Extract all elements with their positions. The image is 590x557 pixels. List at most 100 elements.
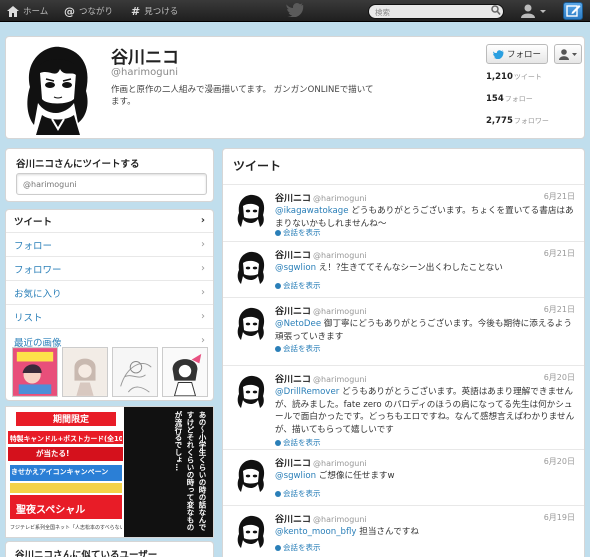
profile-name: 谷川ニコ (111, 48, 179, 68)
tweet-to-title: 谷川ニコさんにツイートする (16, 159, 140, 170)
profile-handle: @harimoguni (111, 67, 179, 78)
stat-following[interactable]: 154フォロー (486, 94, 533, 104)
conversation-icon (275, 490, 281, 497)
tweet-avatar[interactable] (233, 193, 269, 229)
tweet-avatar[interactable] (233, 458, 269, 494)
nav-connect[interactable]: @ つながり (64, 0, 113, 22)
tweet-author[interactable]: 谷川ニコ @harimoguni (275, 512, 367, 525)
tweet-mention[interactable]: @kento_moon_bfly (275, 527, 357, 537)
stat-tweets-value: 1,210 (486, 72, 513, 82)
stat-followers-label: フォロワー (513, 117, 549, 125)
tweet-date[interactable]: 6月21日 (544, 248, 575, 259)
tweet-mention[interactable]: @sgwlion (275, 471, 316, 481)
ad-vertical-text: あの〜小学生くらいの時の話なんですけどそれくらいの時って変なものが流行るでしょ… (174, 411, 207, 531)
view-conversation-link[interactable]: 会話を表示 (275, 488, 321, 499)
view-conversation-link[interactable]: 会話を表示 (275, 542, 321, 553)
recent-images-gallery (12, 347, 208, 397)
sidebar-item-label: ツイート (14, 217, 53, 228)
tweet-author[interactable]: 谷川ニコ @harimoguni (275, 248, 367, 261)
view-conversation-link[interactable]: 会話を表示 (275, 343, 321, 354)
tweet-item[interactable]: 谷川ニコ @harimoguni 6月21日 @ikagawatokage どうも… (223, 184, 584, 241)
tweet-item[interactable]: 谷川ニコ @harimoguni 6月20日 @DrillRemover どうもあ… (223, 365, 584, 449)
tweet-author-name: 谷川ニコ (275, 194, 312, 204)
profile-sidebar-nav: ツイート › フォロー › フォロワー › お気に入り › リスト › 最近の画像 › (5, 209, 214, 401)
tweet-to-input[interactable]: @harimoguni (16, 173, 207, 195)
ad-title: 聖夜スペシャル (16, 505, 86, 516)
recent-image-thumbnail[interactable] (62, 347, 108, 397)
advertisement-banner[interactable]: 期間限定 特製キャンドル+ポストカード(全10枚) が当たる! きせかえアイコン… (5, 406, 214, 538)
view-conversation-link[interactable]: 会話を表示 (275, 280, 321, 291)
search-icon[interactable] (491, 5, 501, 16)
nav-discover[interactable]: # 見つける (131, 0, 178, 22)
sidebar-item-label: お気に入り (14, 289, 62, 300)
user-menu-icon[interactable] (518, 3, 548, 19)
nav-home[interactable]: ホーム (7, 0, 48, 22)
follow-button[interactable]: フォロー (486, 44, 548, 64)
ad-footer: フジテレビ系列全国ネット「人志松本のすべらない話 第22弾」 (10, 525, 122, 531)
recent-image-thumbnail[interactable] (112, 347, 158, 397)
tweet-author[interactable]: 谷川ニコ @harimoguni (275, 372, 367, 385)
sidebar-item-followers[interactable]: フォロワー › (6, 258, 213, 281)
tweet-avatar[interactable] (233, 306, 269, 342)
stat-tweets[interactable]: 1,210ツイート (486, 72, 542, 82)
recent-image-thumbnail[interactable] (162, 347, 208, 397)
tweet-to-card: 谷川ニコさんにツイートする @harimoguni (5, 148, 214, 202)
tweet-item[interactable]: 谷川ニコ @harimoguni 6月20日 @sgwlion ご想像に任せますw… (223, 449, 584, 505)
tweet-mention[interactable]: @DrillRemover (275, 387, 339, 397)
tweet-text: @sgwlion え！?生きててそんなシーン出くわしたことない (275, 262, 575, 275)
home-icon (7, 5, 19, 17)
tweet-date[interactable]: 6月21日 (544, 304, 575, 315)
stat-followers[interactable]: 2,775フォロワー (486, 116, 549, 126)
tweet-item[interactable]: 谷川ニコ @harimoguni 6月19日 @kento_moon_bfly 担… (223, 505, 584, 557)
tweet-author[interactable]: 谷川ニコ @harimoguni (275, 304, 367, 317)
view-conversation-label: 会話を表示 (283, 438, 321, 447)
tweet-mention[interactable]: @NetoDee (275, 319, 321, 329)
tweet-mention[interactable]: @ikagawatokage (275, 206, 349, 216)
tweet-author-handle: @harimoguni (313, 307, 367, 316)
top-navigation-bar: ホーム @ つながり # 見つける 検索 (0, 0, 590, 22)
compose-icon (566, 5, 581, 17)
twitter-bird-icon[interactable] (286, 3, 304, 17)
tweet-item[interactable]: 谷川ニコ @harimoguni 6月21日 @NetoDee 御丁寧にどうもあり… (223, 297, 584, 357)
tweet-date[interactable]: 6月20日 (544, 456, 575, 467)
sidebar-item-favorites[interactable]: お気に入り › (6, 282, 213, 305)
conversation-icon (275, 345, 281, 352)
chevron-right-icon: › (201, 335, 205, 346)
tweet-avatar[interactable] (233, 514, 269, 550)
sidebar-item-label: フォロー (14, 241, 53, 252)
sidebar-item-lists[interactable]: リスト › (6, 306, 213, 329)
stat-following-label: フォロー (504, 95, 533, 103)
chevron-right-icon: › (201, 263, 205, 274)
tweet-author-handle: @harimoguni (313, 375, 367, 384)
tweet-date[interactable]: 6月19日 (544, 512, 575, 523)
tweet-date[interactable]: 6月21日 (544, 191, 575, 202)
sidebar-item-tweets[interactable]: ツイート › (6, 210, 213, 233)
stat-following-value: 154 (486, 94, 504, 104)
conversation-icon (275, 439, 281, 446)
search-input[interactable]: 検索 (368, 4, 504, 19)
recent-image-thumbnail[interactable] (12, 347, 58, 397)
tweet-mention[interactable]: @sgwlion (275, 263, 316, 273)
tweet-author[interactable]: 谷川ニコ @harimoguni (275, 456, 367, 469)
tweet-date[interactable]: 6月20日 (544, 372, 575, 383)
nav-home-label: ホーム (23, 7, 49, 17)
tweet-body: ご想像に任せますw (316, 471, 395, 481)
tweet-author-handle: @harimoguni (313, 194, 367, 203)
tweet-author-handle: @harimoguni (313, 459, 367, 468)
profile-avatar[interactable] (16, 43, 98, 135)
tweet-text: @DrillRemover どうもありがとうございます。英語はあまり理解できませ… (275, 386, 575, 436)
view-conversation-link[interactable]: 会話を表示 (275, 437, 321, 448)
view-conversation-link[interactable]: 会話を表示 (275, 227, 321, 238)
tweet-item[interactable]: 谷川ニコ @harimoguni 6月21日 @sgwlion え！?生きててそん… (223, 241, 584, 297)
sidebar-item-following[interactable]: フォロー › (6, 234, 213, 257)
tweet-author-name: 谷川ニコ (275, 251, 312, 261)
tweet-avatar[interactable] (233, 250, 269, 286)
chevron-right-icon: › (201, 239, 205, 250)
view-conversation-label: 会話を表示 (283, 228, 321, 237)
tweet-avatar[interactable] (233, 374, 269, 410)
view-conversation-label: 会話を表示 (283, 344, 321, 353)
compose-tweet-button[interactable] (563, 2, 583, 20)
tweet-author[interactable]: 谷川ニコ @harimoguni (275, 191, 367, 204)
chevron-right-icon: › (201, 287, 205, 298)
user-actions-button[interactable] (554, 44, 582, 64)
